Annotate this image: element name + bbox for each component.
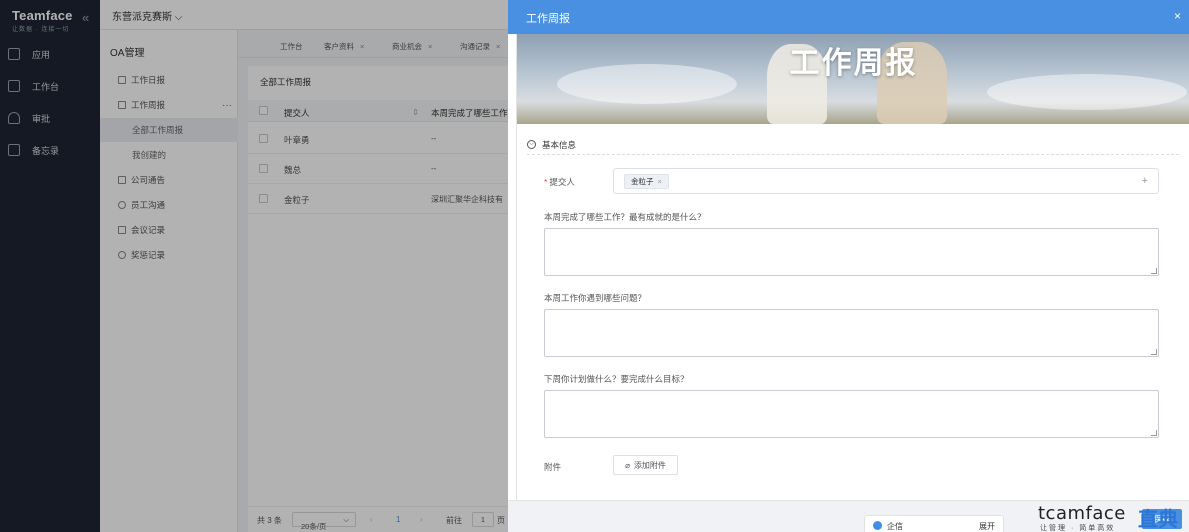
section-title: 基本信息 xyxy=(542,139,577,150)
drawer-header: 工作周报 × xyxy=(508,0,1189,34)
chat-expand[interactable]: 展开 xyxy=(979,521,995,532)
close-icon[interactable]: × xyxy=(1174,9,1181,23)
submitter-tag: 金粒子 × xyxy=(624,174,669,189)
add-icon[interactable]: + xyxy=(1142,175,1148,187)
add-attachment-button[interactable]: ⌀ 添加附件 xyxy=(613,455,678,475)
banner-title: 工作周报 xyxy=(789,47,918,80)
modal-overlay[interactable] xyxy=(0,0,508,532)
watermark-brand: 直典 xyxy=(1138,509,1178,531)
drawer-title: 工作周报 xyxy=(526,13,570,25)
plan-textarea[interactable] xyxy=(544,390,1159,438)
tag-label: 金粒子 xyxy=(631,177,654,186)
paperclip-icon: ⌀ xyxy=(625,460,630,470)
chat-icon xyxy=(873,521,882,530)
basic-info-section[interactable]: ⌵ 基本信息 xyxy=(527,135,1179,155)
question-plan-label: 下周你计划做什么？要完成什么目标？ xyxy=(544,374,689,384)
banner-image: 工作周报 xyxy=(517,34,1189,124)
question-done-label: 本周完成了哪些工作？最有成就的是什么？ xyxy=(544,212,706,222)
done-textarea[interactable] xyxy=(544,228,1159,276)
submitter-picker[interactable]: 金粒子 × + xyxy=(613,168,1159,194)
watermark-slogan: 让管理 · 简单高效 xyxy=(1040,525,1116,532)
watermark-logo: tcamface xyxy=(1038,503,1126,524)
weekly-report-drawer: 工作周报 × 工作周报 ⌵ 基本信息 * 提交人 金粒子 × + 本周完成了哪些工… xyxy=(508,0,1189,532)
submitter-label: * 提交人 xyxy=(544,177,575,187)
question-problems-label: 本周工作你遇到哪些问题？ xyxy=(544,293,647,303)
attachment-label: 附件 xyxy=(544,462,562,472)
resize-handle[interactable] xyxy=(1151,349,1157,355)
required-mark: * xyxy=(544,177,548,187)
drawer-form: 工作周报 ⌵ 基本信息 * 提交人 金粒子 × + 本周完成了哪些工作？最有成就的… xyxy=(516,34,1189,500)
resize-handle[interactable] xyxy=(1151,268,1157,274)
chat-name: 企信 xyxy=(887,522,903,531)
collapse-chevron-icon[interactable]: ⌵ xyxy=(527,140,536,149)
drawer-footer: 企信 展开 tcamface 让管理 · 简单高效 保存 直典 xyxy=(508,500,1189,532)
problems-textarea[interactable] xyxy=(544,309,1159,357)
resize-handle[interactable] xyxy=(1151,430,1157,436)
remove-tag-icon[interactable]: × xyxy=(658,177,662,186)
chat-widget[interactable]: 企信 展开 xyxy=(864,515,1004,532)
button-label: 添加附件 xyxy=(633,460,666,470)
